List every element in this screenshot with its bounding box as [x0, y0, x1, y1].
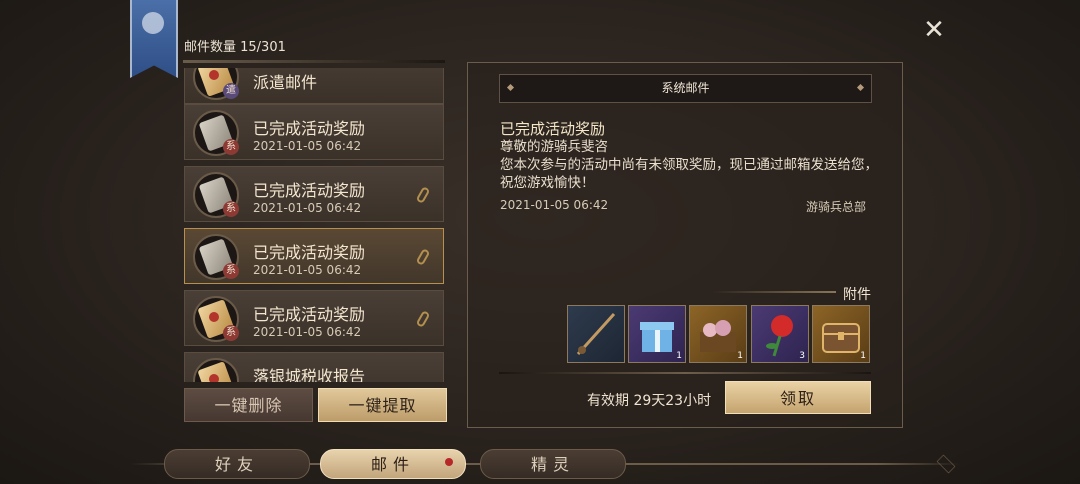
scroll-gold-icon [193, 358, 239, 382]
tab-friends[interactable]: 好友 [164, 449, 310, 479]
item-title: 已完成活动奖励 [253, 181, 366, 200]
item-count: 1 [860, 351, 866, 361]
list-item[interactable]: 系 已完成活动奖励 2021-01-05 06:42 [184, 166, 444, 222]
item-date: 2021-01-05 06:42 [253, 139, 362, 153]
detail-body: 尊敬的游骑兵斐咨 您本次参与的活动中尚有未领取奖励，现已通过邮箱发送给您，祝您游… [500, 138, 880, 192]
item-title: 已完成活动奖励 [253, 119, 366, 138]
diamond-icon [856, 83, 865, 92]
attachment-slot[interactable]: 1 [812, 305, 870, 363]
item-count: 1 [737, 351, 743, 361]
claim-all-button[interactable]: 一键提取 [318, 388, 447, 422]
system-badge: 系 [223, 263, 239, 279]
helmet-emblem-icon [142, 12, 164, 34]
item-count: 3 [799, 351, 805, 361]
item-title: 落银城税收报告 [253, 367, 366, 382]
tab-mail-label: 邮件 [370, 455, 415, 474]
item-title: 已完成活动奖励 [253, 243, 366, 262]
fishing-rod-icon [576, 312, 616, 356]
system-badge: 系 [223, 325, 239, 341]
list-item[interactable]: 系 已完成活动奖励 2021-01-05 06:42 [184, 104, 444, 160]
detail-message: 您本次参与的活动中尚有未领取奖励，现已通过邮箱发送给您，祝您游戏愉快！ [500, 157, 878, 191]
attachments-label: 附件 [843, 287, 871, 303]
item-date: 2021-01-05 06:42 [253, 201, 362, 215]
detail-header-label: 系统邮件 [661, 81, 710, 95]
attachment-slot[interactable]: 3 [751, 305, 809, 363]
mail-banner [130, 0, 178, 78]
system-badge: 系 [223, 139, 239, 155]
divider [499, 372, 871, 374]
system-badge: 系 [223, 201, 239, 217]
detail-greeting: 尊敬的游骑兵斐咨 [500, 139, 608, 155]
item-title: 派遣邮件 [253, 73, 318, 92]
validity-text: 有效期 29天23小时 [587, 393, 712, 409]
item-title: 已完成活动奖励 [253, 305, 366, 324]
list-item[interactable]: 系 已完成活动奖励 2021-01-05 06:42 [184, 290, 444, 346]
delete-all-button[interactable]: 一键删除 [184, 388, 313, 422]
notification-dot [445, 458, 453, 466]
item-date: 2021-01-05 06:42 [253, 263, 362, 277]
item-date: 2021-01-05 06:42 [253, 325, 362, 339]
attachment-slot[interactable] [567, 305, 625, 363]
attachment-slot[interactable]: 1 [628, 305, 686, 363]
diamond-icon [506, 83, 515, 92]
tab-mail[interactable]: 邮件 [320, 449, 466, 479]
divider [183, 60, 445, 63]
close-icon[interactable]: ✕ [922, 17, 946, 43]
claim-button[interactable]: 领取 [725, 381, 871, 414]
list-item-selected[interactable]: 系 已完成活动奖励 2021-01-05 06:42 [184, 228, 444, 284]
detail-date: 2021-01-05 06:42 [500, 198, 609, 212]
detail-header: 系统邮件 [499, 74, 872, 103]
paperclip-icon [415, 310, 431, 328]
paperclip-icon [415, 248, 431, 266]
mail-count: 邮件数量 15/301 [184, 40, 286, 55]
tab-spirit[interactable]: 精灵 [480, 449, 626, 479]
dispatch-badge: 遣 [223, 83, 239, 99]
paperclip-icon [415, 186, 431, 204]
divider [712, 291, 836, 293]
ornament-icon [936, 454, 956, 474]
list-item[interactable]: 落银城税收报告 [184, 352, 444, 382]
mail-list[interactable]: 遣 派遣邮件 系 已完成活动奖励 2021-01-05 06:42 系 已完成活… [183, 68, 445, 382]
detail-sender: 游骑兵总部 [806, 200, 867, 214]
attachment-slot[interactable]: 1 [689, 305, 747, 363]
detail-title: 已完成活动奖励 [500, 120, 606, 138]
item-count: 1 [676, 351, 682, 361]
list-item[interactable]: 遣 派遣邮件 [184, 68, 444, 104]
